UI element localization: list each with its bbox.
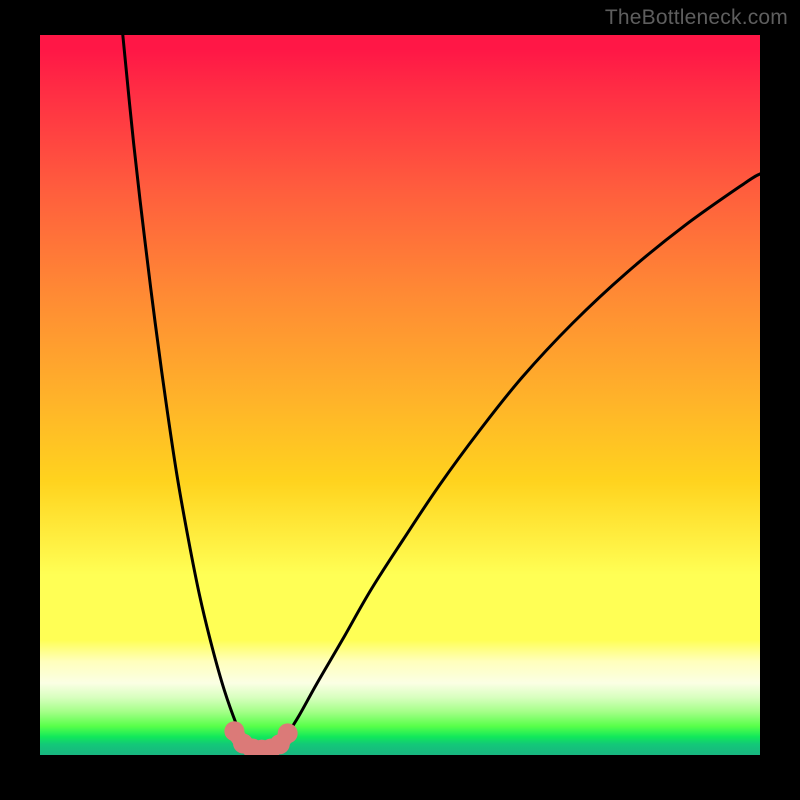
curve-left (123, 35, 243, 738)
chart-frame: TheBottleneck.com (0, 0, 800, 800)
curve-layer (40, 35, 760, 755)
plot-area (40, 35, 760, 755)
curve-right (285, 174, 760, 738)
bottom-arc (224, 721, 297, 755)
watermark-text: TheBottleneck.com (605, 6, 788, 30)
